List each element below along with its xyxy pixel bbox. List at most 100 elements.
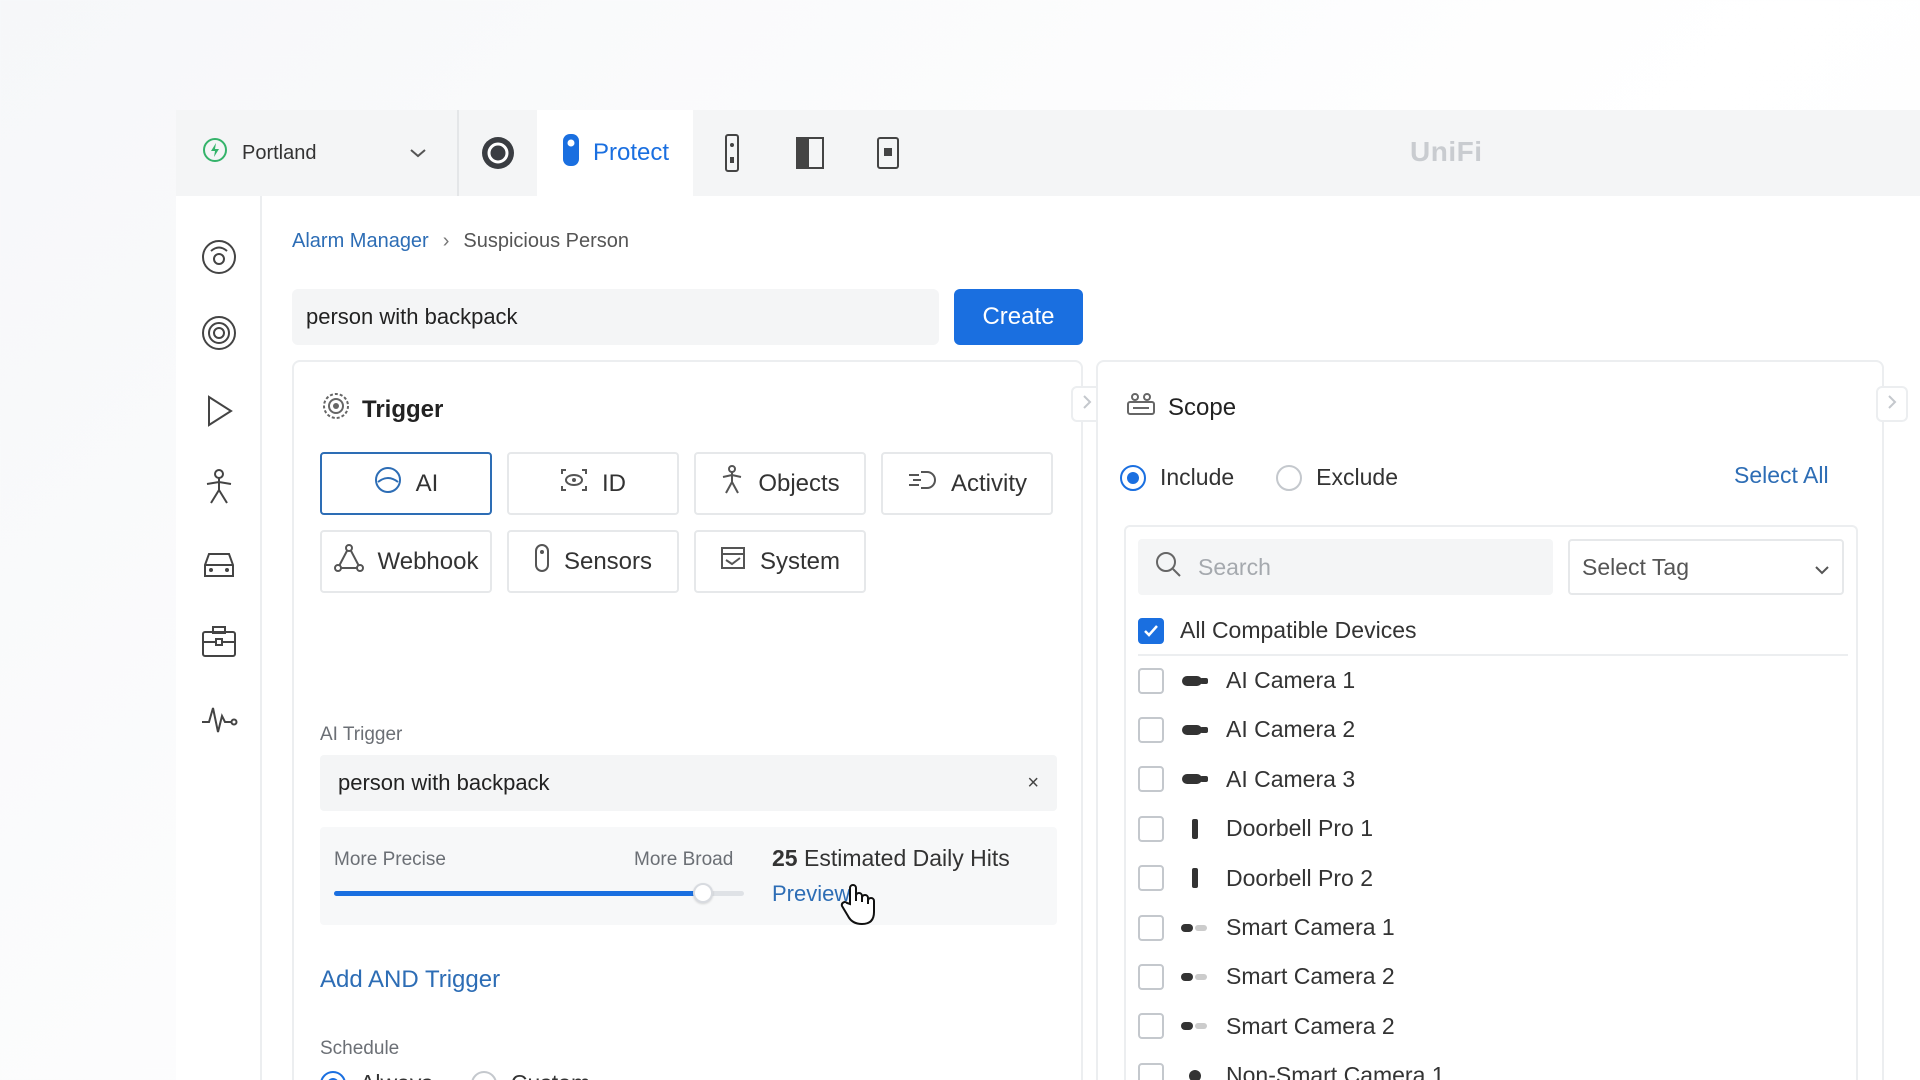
site-selector[interactable]: Portland — [176, 110, 457, 196]
exclude-label: Exclude — [1316, 464, 1398, 490]
app-window: Portland Protect UniFi Alarm Manager › S… — [176, 110, 1920, 1080]
trigger-type-id[interactable]: ID — [507, 452, 679, 515]
schedule-custom-label: Custom — [511, 1070, 590, 1080]
hits-count: 25 — [772, 845, 798, 871]
all-devices-label: All Compatible Devices — [1180, 617, 1417, 643]
device-name: AI Camera 1 — [1226, 667, 1356, 693]
device-checkbox[interactable] — [1138, 667, 1164, 694]
site-name: Portland — [242, 141, 317, 164]
tab-protect[interactable]: Protect — [537, 110, 693, 196]
trigger-type-system[interactable]: System — [694, 530, 866, 593]
trigger-type-label: System — [759, 547, 840, 575]
trigger-type-sensors[interactable]: Sensors — [507, 530, 679, 593]
bullet-camera-icon — [1180, 971, 1210, 983]
device-row[interactable]: Smart Camera 1 — [1138, 914, 1848, 941]
trigger-type-webhook[interactable]: Webhook — [320, 530, 492, 593]
device-name: AI Camera 3 — [1226, 765, 1356, 792]
playback-icon[interactable] — [200, 392, 238, 430]
select-tag-label: Select Tag — [1582, 553, 1689, 580]
trigger-type-activity[interactable]: Activity — [881, 452, 1053, 515]
exclude-radio[interactable] — [1276, 464, 1303, 491]
trigger-type-label: Webhook — [377, 547, 479, 575]
search-icon — [1154, 550, 1182, 584]
slider-handle[interactable] — [693, 883, 713, 903]
dome-camera-icon — [1180, 1068, 1210, 1080]
device-checkbox[interactable] — [1138, 914, 1164, 941]
ai-trigger-label: AI Trigger — [320, 724, 403, 745]
device-row[interactable]: Doorbell Pro 2 — [1138, 865, 1848, 892]
trigger-title: Trigger — [322, 392, 443, 427]
ai-trigger-value: person with backpack — [338, 770, 550, 795]
vehicle-icon[interactable] — [200, 546, 238, 584]
doorbell-icon — [1180, 867, 1210, 889]
hand-cursor-icon — [836, 882, 882, 933]
trigger-type-label: Sensors — [563, 547, 653, 575]
intercom-icon[interactable] — [849, 110, 927, 196]
select-tag-dropdown[interactable]: Select Tag — [1568, 539, 1844, 595]
sensitivity-slider[interactable] — [334, 883, 744, 903]
schedule-always-label: Always — [360, 1070, 433, 1080]
breadcrumb-current: Suspicious Person — [463, 230, 630, 252]
device-row[interactable]: Non-Smart Camera 1 — [1138, 1062, 1848, 1080]
device-row[interactable]: Smart Camera 2 — [1138, 963, 1848, 990]
device-checkbox[interactable] — [1138, 766, 1164, 793]
select-all-link[interactable]: Select All — [1734, 462, 1829, 489]
ai-camera-icon — [1180, 723, 1210, 737]
trigger-type-objects[interactable]: Objects — [694, 452, 866, 515]
search-input[interactable]: Search — [1138, 539, 1553, 595]
device-row[interactable]: AI Camera 2 — [1138, 716, 1848, 743]
doorbell-icon[interactable] — [693, 110, 771, 196]
person-detection-icon[interactable] — [200, 468, 238, 506]
activity-icon[interactable] — [200, 700, 238, 738]
dashboard-icon[interactable] — [200, 238, 238, 276]
bullet-camera-icon — [1180, 1020, 1210, 1032]
alarm-name-input[interactable]: person with backpack — [292, 289, 939, 345]
breadcrumb-alarm-manager[interactable]: Alarm Manager — [292, 230, 429, 253]
device-row[interactable]: AI Camera 1 — [1138, 667, 1848, 694]
device-row[interactable]: Smart Camera 2 — [1138, 1013, 1848, 1040]
top-bar: Portland Protect UniFi — [176, 110, 1920, 196]
sensitivity-box: More Precise More Broad 25 Estimated Dai… — [320, 827, 1057, 926]
ai-camera-icon — [1180, 674, 1210, 688]
include-label: Include — [1160, 464, 1235, 490]
motion-icon — [907, 469, 937, 498]
device-checkbox[interactable] — [1138, 1062, 1164, 1080]
close-icon[interactable]: × — [1027, 772, 1039, 795]
schedule-options: Always Custom — [320, 1070, 590, 1080]
toolbox-icon[interactable] — [200, 622, 238, 660]
protect-app-icon — [561, 132, 581, 175]
trigger-type-label: Objects — [758, 469, 840, 497]
camera-lens-icon[interactable] — [459, 110, 537, 196]
device-checkbox[interactable] — [1138, 865, 1164, 892]
breadcrumb: Alarm Manager › Suspicious Person — [292, 230, 629, 253]
device-row[interactable]: AI Camera 3 — [1138, 766, 1848, 793]
all-compatible-devices-row[interactable]: All Compatible Devices — [1138, 617, 1848, 656]
all-devices-checkbox[interactable] — [1138, 617, 1164, 644]
create-button[interactable]: Create — [954, 289, 1083, 345]
chevron-right-icon — [1887, 394, 1897, 415]
door-access-icon[interactable] — [771, 110, 849, 196]
device-list-box: Search Select Tag All Compatible Devices… — [1124, 525, 1858, 1080]
sidebar — [176, 196, 262, 1080]
schedule-always-radio[interactable] — [320, 1070, 346, 1080]
scope-devices-icon — [1126, 392, 1156, 423]
device-name: Doorbell Pro 2 — [1226, 864, 1374, 891]
collapse-scope-button[interactable] — [1876, 386, 1908, 422]
device-checkbox[interactable] — [1138, 815, 1164, 842]
device-checkbox[interactable] — [1138, 963, 1164, 990]
device-checkbox[interactable] — [1138, 716, 1164, 743]
schedule-custom-radio[interactable] — [470, 1070, 497, 1080]
doorbell-icon — [1180, 818, 1210, 840]
device-checkbox[interactable] — [1138, 1013, 1164, 1040]
more-broad-label: More Broad — [634, 849, 734, 870]
device-name: AI Camera 2 — [1226, 716, 1356, 743]
trigger-type-label: Activity — [950, 469, 1027, 497]
chevron-down-icon — [409, 142, 427, 165]
device-row[interactable]: Doorbell Pro 1 — [1138, 815, 1848, 842]
add-and-trigger-link[interactable]: Add AND Trigger — [320, 966, 500, 994]
trigger-type-label: AI — [415, 469, 439, 497]
include-radio[interactable] — [1120, 464, 1146, 491]
trigger-type-ai[interactable]: AI — [320, 452, 492, 515]
ai-trigger-input[interactable]: person with backpack × — [320, 755, 1057, 811]
cameras-icon[interactable] — [200, 314, 238, 352]
